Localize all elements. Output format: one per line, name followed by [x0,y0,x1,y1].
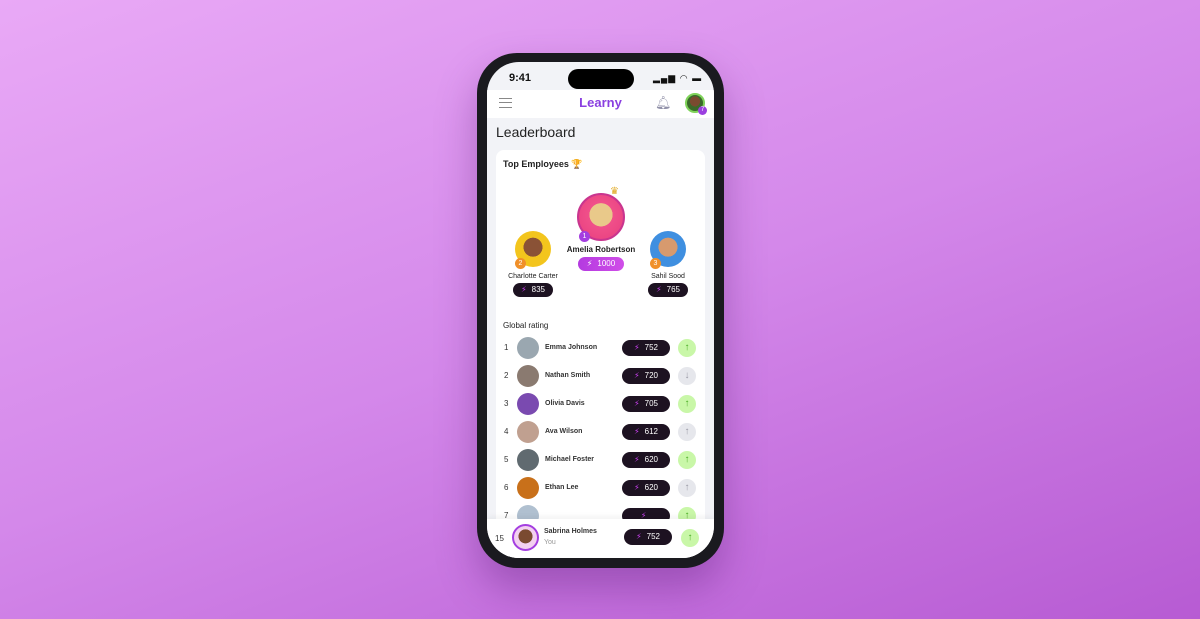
bolt-icon: ⚡︎ [634,371,640,380]
bell-icon[interactable]: 🔔︎ [655,95,672,111]
trend-up-icon: ↑ [681,529,699,547]
page-title: Leaderboard [496,124,576,140]
current-user-row[interactable]: 15 Sabrina Holmes You ⚡︎ 752 ↑ [487,519,714,558]
row-name: Ethan Lee [545,484,579,491]
trend-up-icon: ↑ [678,479,696,497]
row-name: Nathan Smith [545,372,591,379]
row-name: Emma Johnson [545,344,598,351]
bolt-icon: ⚡︎ [634,427,640,436]
first-points: ⚡︎ 1000 [578,257,624,271]
status-icons: ▂▄▆ ◠ ▬ [653,73,703,83]
row-rank: 6 [504,483,509,492]
row-avatar [517,365,539,387]
row-avatar [517,477,539,499]
row-points: ⚡︎ 720 [622,368,670,384]
app-logo: Learny [579,95,622,110]
crown-icon: ♛ [610,186,619,197]
bolt-icon: ⚡︎ [634,399,640,408]
row-avatar [517,421,539,443]
row-rank: 1 [504,343,509,352]
second-points: ⚡︎ 835 [513,283,553,297]
row-rank: 5 [504,455,509,464]
row-name: Ava Wilson [545,428,583,435]
avatar-third[interactable]: 3 [650,231,686,269]
row-points: ⚡︎ 620 [622,452,670,468]
trend-up-icon: ↑ [678,451,696,469]
row-points: ⚡︎ 612 [622,424,670,440]
row-avatar [517,337,539,359]
my-subtitle: You [544,539,556,546]
table-row[interactable]: 1 Emma Johnson ⚡︎ 752 ↑ [504,336,699,361]
trophy-icon: 🏆 [571,159,583,169]
row-rank: 4 [504,427,509,436]
row-name: Olivia Davis [545,400,585,407]
trend-up-icon: ↑ [678,423,696,441]
table-row[interactable]: 5 Michael Foster ⚡︎ 620 ↑ [504,448,699,473]
table-row[interactable]: 3 Olivia Davis ⚡︎ 705 ↑ [504,392,699,417]
avatar-second[interactable]: 2 [515,231,551,269]
trend-up-icon: ↑ [678,339,696,357]
status-time: 9:41 [509,72,532,84]
first-name: Amelia Robertson [566,245,636,254]
row-rank: 2 [504,371,509,380]
table-row[interactable]: 6 Ethan Lee ⚡︎ 620 ↑ [504,476,699,501]
row-avatar [517,393,539,415]
row-name: Michael Foster [545,456,595,463]
table-row[interactable]: 4 Ava Wilson ⚡︎ 612 ↑ [504,420,699,445]
second-name: Charlotte Carter [508,273,558,280]
my-name: Sabrina Holmes [544,528,597,535]
bolt-icon: ⚡︎ [634,483,640,492]
third-points: ⚡︎ 765 [648,283,688,297]
row-avatar [517,449,539,471]
dynamic-island [568,69,634,89]
top-employees-title: Top Employees 🏆 [503,159,583,169]
trend-up-icon: ↑ [678,395,696,413]
leaderboard-card: Top Employees 🏆 1 ♛ Amelia Robertson ⚡︎ 1… [496,150,705,558]
row-points: ⚡︎ 620 [622,480,670,496]
avatar[interactable]: 7 [685,93,707,115]
bolt-icon: ⚡︎ [634,455,640,464]
trend-down-icon: ↓ [678,367,696,385]
avatar-first[interactable]: 1 [577,193,625,242]
third-name: Sahil Sood [651,273,685,280]
global-rating-title: Global rating [503,321,549,330]
row-rank: 3 [504,399,509,408]
top-bar: Learny 🔔︎ 7 [487,90,714,118]
my-points: ⚡︎ 752 [624,529,672,545]
row-points: ⚡︎ 752 [622,340,670,356]
row-points: ⚡︎ 705 [622,396,670,412]
table-row[interactable]: 2 Nathan Smith ⚡︎ 720 ↓ [504,364,699,389]
my-avatar [512,524,539,551]
phone-screen: 9:41 ▂▄▆ ◠ ▬ Learny 🔔︎ 7 Leaderboard Top… [487,62,714,558]
my-rank: 15 [495,534,504,543]
bolt-icon: ⚡︎ [634,343,640,352]
